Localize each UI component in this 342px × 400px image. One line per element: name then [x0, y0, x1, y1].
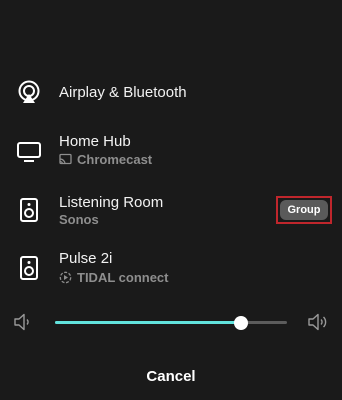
- device-subtitle-text: TIDAL connect: [77, 270, 169, 285]
- speaker-icon: [20, 256, 38, 280]
- group-button-label: Group: [280, 200, 328, 220]
- volume-low-icon[interactable]: [12, 311, 34, 333]
- cast-icon: [59, 153, 72, 165]
- device-name: Airplay & Bluetooth: [59, 84, 187, 101]
- device-subtitle-text: Sonos: [59, 212, 99, 227]
- airplay-icon: [18, 80, 40, 103]
- tv-icon: [17, 142, 41, 162]
- group-button[interactable]: Group: [276, 196, 332, 224]
- device-subtitle: TIDAL connect: [59, 270, 169, 285]
- device-name: Pulse 2i: [59, 250, 113, 267]
- tidal-connect-icon: [59, 271, 72, 284]
- device-row-home-hub[interactable]: Home Hub Chromecast: [0, 130, 342, 172]
- volume-track-fill: [55, 321, 241, 324]
- device-row-airplay[interactable]: Airplay & Bluetooth: [0, 78, 342, 108]
- cancel-button[interactable]: Cancel: [0, 368, 342, 385]
- device-name: Listening Room: [59, 194, 164, 211]
- volume-slider[interactable]: [55, 316, 287, 330]
- volume-high-icon[interactable]: [306, 311, 328, 333]
- device-subtitle-text: Chromecast: [77, 152, 153, 167]
- speaker-icon: [20, 198, 38, 222]
- device-subtitle: Sonos: [59, 212, 99, 227]
- volume-thumb[interactable]: [233, 316, 248, 330]
- device-name: Home Hub: [59, 133, 131, 150]
- device-row-pulse-2i[interactable]: Pulse 2i TIDAL connect: [0, 246, 342, 288]
- device-subtitle: Chromecast: [59, 152, 152, 167]
